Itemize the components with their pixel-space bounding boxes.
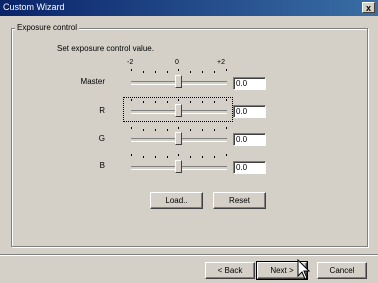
master-value-field[interactable]: 0.0 — [233, 77, 266, 90]
slider-tick — [190, 71, 191, 73]
slider-tick — [143, 71, 144, 73]
slider-tick — [155, 156, 156, 158]
r-label: R — [99, 106, 105, 115]
slider-tick — [226, 154, 227, 156]
slider-tick — [167, 71, 168, 73]
slider-tick — [202, 101, 203, 103]
slider-tick — [178, 69, 179, 71]
b-value-field[interactable]: 0.0 — [233, 161, 266, 174]
scale-min-label: -2 — [127, 59, 134, 66]
slider-tick — [226, 99, 227, 101]
slider-tick — [190, 129, 191, 131]
slider-thumb[interactable] — [175, 75, 182, 88]
b-label: B — [99, 161, 105, 170]
slider-tick — [143, 101, 144, 103]
slider-thumb[interactable] — [175, 104, 182, 117]
slider-tick — [214, 71, 215, 73]
slider-tick — [178, 99, 179, 101]
master-label: Master — [80, 77, 105, 86]
slider-tick — [155, 101, 156, 103]
r-value-field[interactable]: 0.0 — [233, 105, 266, 118]
slider-tick — [131, 69, 132, 71]
slider-tick — [143, 156, 144, 158]
slider-tick — [178, 127, 179, 129]
slider-tick — [131, 99, 132, 101]
slider-tick — [202, 71, 203, 73]
slider-tick — [155, 129, 156, 131]
instruction-text: Set exposure control value. — [57, 44, 154, 53]
cancel-button[interactable]: Cancel — [317, 262, 367, 279]
slider-tick — [190, 101, 191, 103]
slider-thumb[interactable] — [175, 160, 182, 173]
slider-tick — [202, 156, 203, 158]
mouse-pointer-icon — [297, 259, 311, 280]
load-button[interactable]: Load.. — [150, 192, 203, 209]
g-label: G — [98, 134, 105, 143]
slider-tick — [131, 154, 132, 156]
slider-tick — [190, 156, 191, 158]
back-button[interactable]: < Back — [205, 262, 255, 279]
close-button[interactable]: x — [362, 2, 375, 13]
slider-tick — [214, 156, 215, 158]
slider-tick — [178, 154, 179, 156]
title-bar: Custom Wizard x — [0, 0, 378, 16]
slider-tick — [131, 127, 132, 129]
slider-tick — [214, 129, 215, 131]
slider-tick — [167, 101, 168, 103]
slider-tick — [202, 129, 203, 131]
scale-mid-label: 0 — [175, 59, 179, 66]
slider-tick — [167, 156, 168, 158]
slider-tick — [214, 101, 215, 103]
slider-tick — [226, 69, 227, 71]
reset-button[interactable]: Reset — [213, 192, 266, 209]
slider-thumb[interactable] — [175, 132, 182, 145]
slider-tick — [155, 71, 156, 73]
slider-tick — [143, 129, 144, 131]
footer-separator — [0, 254, 378, 256]
slider-tick — [167, 129, 168, 131]
window-title: Custom Wizard — [3, 2, 65, 12]
g-value-field[interactable]: 0.0 — [233, 133, 266, 146]
scale-max-label: +2 — [217, 59, 225, 66]
slider-tick — [226, 127, 227, 129]
group-legend: Exposure control — [15, 23, 80, 32]
